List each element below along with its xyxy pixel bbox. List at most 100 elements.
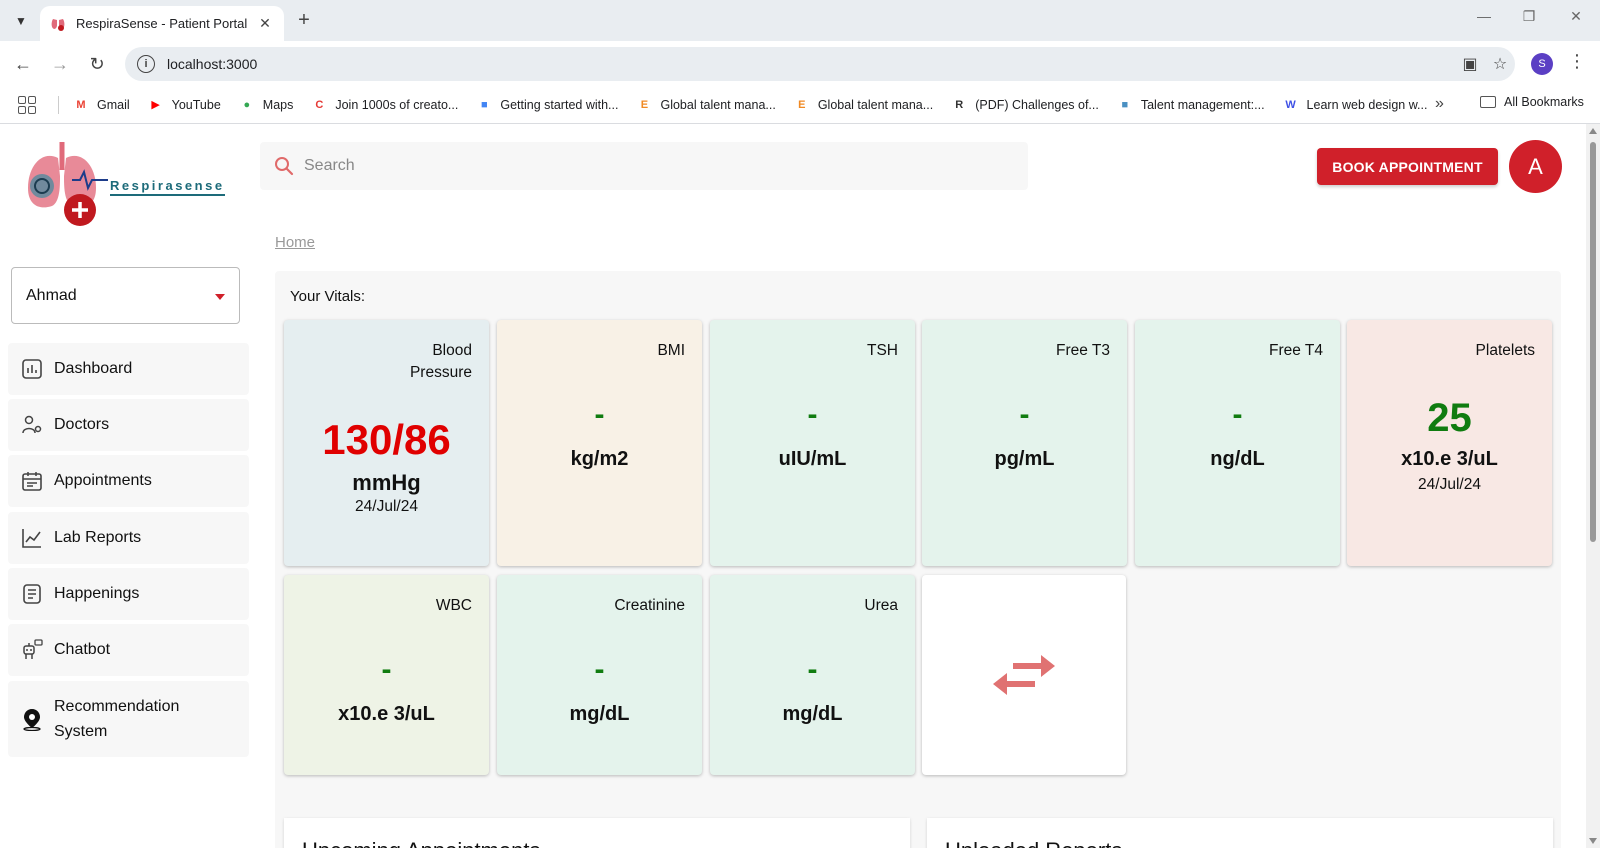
vital-card-tsh[interactable]: TSH - uIU/mL xyxy=(710,320,915,566)
swap-vitals-card[interactable] xyxy=(922,575,1126,775)
sidebar-item-lab-reports[interactable]: Lab Reports xyxy=(8,512,249,564)
bookmark-item[interactable]: E Global talent mana... xyxy=(636,97,776,113)
chart-line-icon xyxy=(20,526,44,550)
sidebar-item-doctors[interactable]: Doctors xyxy=(8,399,249,451)
all-bookmarks[interactable]: All Bookmarks xyxy=(1480,95,1584,109)
apps-grid-icon[interactable] xyxy=(18,95,36,114)
w-icon: W xyxy=(1285,98,1296,111)
robot-icon xyxy=(20,638,44,662)
book-appointment-button[interactable]: BOOK APPOINTMENT xyxy=(1317,148,1498,185)
upcoming-appointments-card: Upcoming Appointments xyxy=(284,818,910,848)
browser-tab[interactable]: RespiraSense - Patient Portal ✕ xyxy=(40,6,284,41)
close-window-icon[interactable]: ✕ xyxy=(1561,8,1591,25)
all-bookmarks-label: All Bookmarks xyxy=(1504,95,1584,109)
browser-tab-bar: ▼ RespiraSense - Patient Portal ✕ + — ❐ … xyxy=(0,0,1600,41)
bookmark-item[interactable]: M Gmail xyxy=(73,97,130,113)
vital-card-blood-pressure[interactable]: Blood Pressure 130/86 mmHg 24/Jul/24 xyxy=(284,320,489,566)
vital-card-platelets[interactable]: Platelets 25 x10.e 3/uL 24/Jul/24 xyxy=(1347,320,1552,566)
sidebar-item-label: Lab Reports xyxy=(54,529,142,546)
folder-icon xyxy=(1480,96,1496,108)
vital-unit: pg/mL xyxy=(994,448,1055,470)
uploaded-reports-card: Uploaded Reports xyxy=(927,818,1553,848)
site-info-icon[interactable]: i xyxy=(137,55,155,73)
dashboard-icon xyxy=(20,357,44,381)
scrollbar-thumb[interactable] xyxy=(1590,142,1596,542)
doctors-icon xyxy=(20,413,44,437)
forward-icon[interactable]: → xyxy=(46,51,74,77)
vital-card-free-t3[interactable]: Free T3 - pg/mL xyxy=(922,320,1127,566)
minimize-icon[interactable]: — xyxy=(1469,8,1499,24)
sidebar-item-label: Dashboard xyxy=(54,360,133,377)
patient-select[interactable]: Ahmad xyxy=(11,267,240,324)
more-bookmarks-icon[interactable]: » xyxy=(1435,95,1444,113)
sidebar-item-happenings[interactable]: Happenings xyxy=(8,568,249,620)
calendar-icon xyxy=(20,469,44,493)
lungs-logo-icon xyxy=(28,142,108,226)
vital-label: Blood Pressure xyxy=(409,342,472,381)
vital-value: - xyxy=(807,398,818,431)
search-icon xyxy=(275,157,294,176)
sidebar-item-recommendation-system[interactable]: Recommendation System xyxy=(8,681,249,757)
install-app-icon[interactable]: ▣ xyxy=(1455,54,1485,74)
breadcrumb-home[interactable]: Home xyxy=(275,234,315,251)
sidebar-item-chatbot[interactable]: Chatbot xyxy=(8,624,249,676)
close-tab-icon[interactable]: ✕ xyxy=(256,15,274,32)
app-page: Respirasense BOOK APPOINTMENT A Ahmad Da… xyxy=(0,124,1600,848)
url-text[interactable]: localhost:3000 xyxy=(167,56,1455,72)
scroll-down-icon[interactable] xyxy=(1589,838,1597,844)
restore-icon[interactable]: ❐ xyxy=(1514,8,1544,25)
search-input[interactable] xyxy=(304,157,984,175)
vital-card-free-t4[interactable]: Free T4 - ng/dL xyxy=(1135,320,1340,566)
location-pin-icon xyxy=(20,707,44,731)
vital-unit: ng/dL xyxy=(1210,448,1265,470)
bookmark-item[interactable]: W Learn web design w... xyxy=(1283,97,1427,113)
e-icon: E xyxy=(798,98,806,111)
gmail-icon: M xyxy=(76,98,86,111)
swap-arrows-icon xyxy=(993,655,1055,695)
bookmark-label: Gmail xyxy=(97,97,130,112)
bookmark-label: Global talent mana... xyxy=(660,97,776,112)
respirasense-logo[interactable]: Respirasense xyxy=(22,136,232,228)
vital-value: 130/86 xyxy=(322,416,451,463)
page-scrollbar[interactable] xyxy=(1586,124,1600,848)
user-avatar[interactable]: A xyxy=(1509,140,1562,193)
bookmark-item[interactable]: ▶ YouTube xyxy=(148,97,220,113)
vital-label: Platelets xyxy=(1475,342,1535,359)
search-bar[interactable] xyxy=(260,142,1028,190)
sidebar-item-dashboard[interactable]: Dashboard xyxy=(8,343,249,395)
respirasense-favicon xyxy=(51,18,65,31)
vital-unit: x10.e 3/uL xyxy=(338,703,435,725)
bookmark-item[interactable]: R (PDF) Challenges of... xyxy=(951,97,1099,113)
vital-label: Free T3 xyxy=(1056,342,1110,359)
logo-wordmark: Respirasense xyxy=(110,178,225,196)
bookmark-star-icon[interactable]: ☆ xyxy=(1485,54,1515,74)
browser-menu-icon[interactable]: ⋮ xyxy=(1568,51,1586,72)
bookmark-item[interactable]: ■ Getting started with... xyxy=(476,97,618,113)
bookmark-item[interactable]: C Join 1000s of creato... xyxy=(311,97,458,113)
document-icon xyxy=(20,582,44,606)
vitals-title: Your Vitals: xyxy=(290,288,366,305)
reload-icon[interactable]: ↻ xyxy=(83,51,111,77)
vital-unit: mg/dL xyxy=(782,703,843,725)
bookmark-item[interactable]: ● Maps xyxy=(239,97,294,113)
vital-card-wbc[interactable]: WBC - x10.e 3/uL xyxy=(284,575,489,775)
bookmark-label: Maps xyxy=(262,97,294,112)
vital-card-bmi[interactable]: BMI - kg/m2 xyxy=(497,320,702,566)
scroll-up-icon[interactable] xyxy=(1589,128,1597,134)
back-icon[interactable]: ← xyxy=(9,51,37,77)
profile-avatar[interactable]: S xyxy=(1531,53,1553,75)
bookmark-item[interactable]: E Global talent mana... xyxy=(794,97,933,113)
address-bar[interactable]: i localhost:3000 ▣ ☆ xyxy=(125,47,1515,81)
vital-card-creatinine[interactable]: Creatinine - mg/dL xyxy=(497,575,702,775)
vital-unit: uIU/mL xyxy=(778,448,847,470)
bookmark-item[interactable]: ■ Talent management:... xyxy=(1117,97,1265,113)
sidebar-item-appointments[interactable]: Appointments xyxy=(8,455,249,507)
vital-value: - xyxy=(381,653,392,686)
sidebar-item-label: Appointments xyxy=(54,472,152,489)
vital-card-urea[interactable]: Urea - mg/dL xyxy=(710,575,915,775)
sidebar-item-label: Doctors xyxy=(54,416,110,433)
new-tab-icon[interactable]: + xyxy=(292,9,316,31)
uploaded-reports-title: Uploaded Reports xyxy=(945,838,1122,848)
tab-list-icon[interactable]: ▼ xyxy=(8,8,34,34)
vital-unit: mg/dL xyxy=(569,703,630,725)
